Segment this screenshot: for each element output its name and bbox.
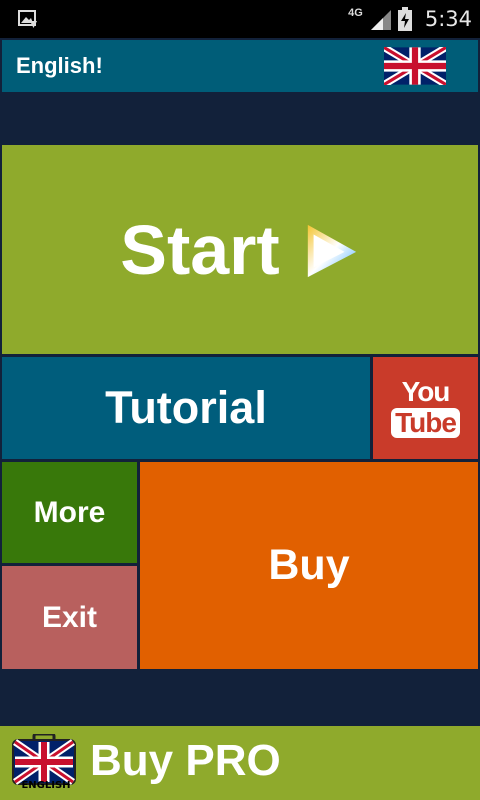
english-badge-label: ENGLISH (21, 780, 71, 791)
buy-button[interactable]: Buy (140, 462, 478, 669)
tutorial-label: Tutorial (105, 382, 267, 433)
clock: 5:34 (424, 7, 472, 31)
more-label: More (33, 495, 106, 529)
battery-charging-icon (397, 7, 412, 31)
youtube-logo-icon: You Tube (391, 375, 460, 439)
buy-pro-label: Buy PRO (90, 736, 281, 785)
uk-flag-icon[interactable] (384, 47, 446, 85)
start-button[interactable]: Start (2, 145, 478, 354)
youtube-button[interactable]: You Tube (373, 357, 478, 459)
buy-pro-button[interactable]: ENGLISH Buy PRO (0, 726, 480, 800)
buy-label: Buy (268, 541, 350, 589)
start-label: Start (120, 210, 280, 289)
status-bar: 4G 5:34 (0, 0, 480, 38)
youtube-logo-you: You (401, 375, 451, 407)
app-title: English! (16, 53, 103, 78)
youtube-logo-tube: Tube (391, 407, 460, 439)
image-notification-icon (18, 10, 37, 28)
exit-button[interactable]: Exit (2, 566, 137, 669)
tutorial-button[interactable]: Tutorial (2, 357, 370, 459)
header-bar: English! (2, 40, 478, 92)
signal-icon (370, 10, 391, 30)
more-button[interactable]: More (2, 462, 137, 563)
exit-label: Exit (41, 600, 98, 634)
network-type: 4G (348, 7, 363, 19)
play-icon (307, 224, 356, 277)
